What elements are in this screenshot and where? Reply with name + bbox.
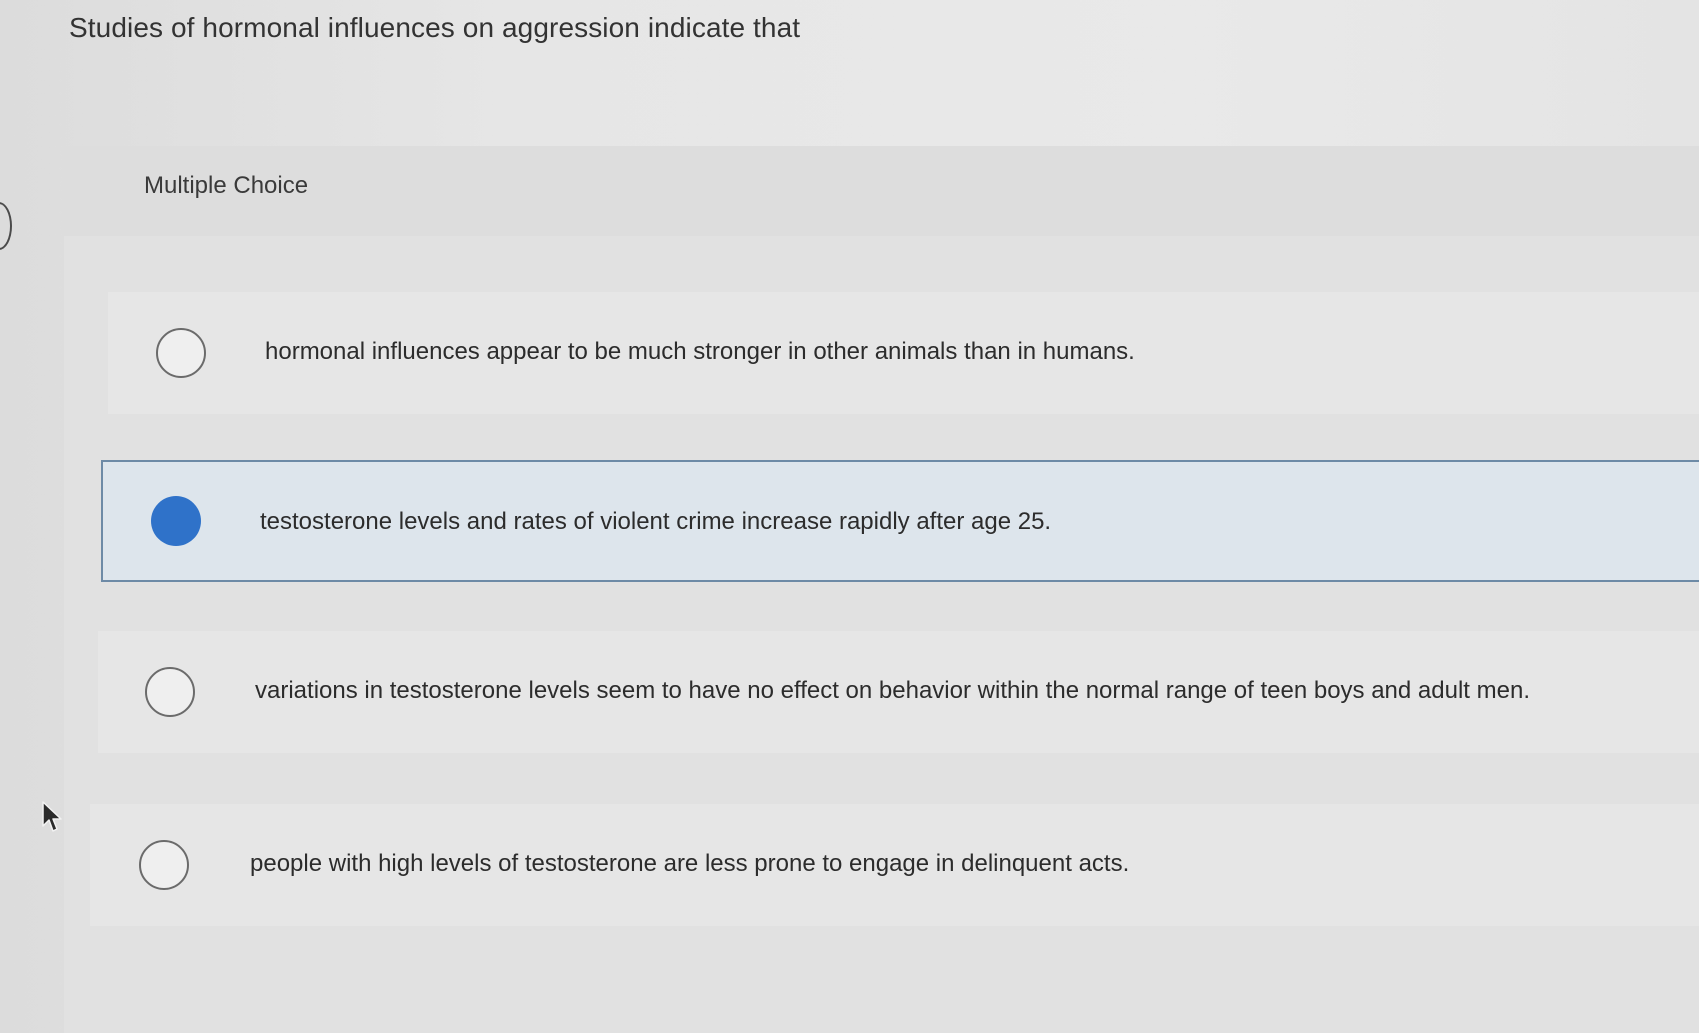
window-edge-decoration	[0, 202, 12, 250]
answer-option-3[interactable]: variations in testosterone levels seem t…	[98, 631, 1699, 753]
radio-button-selected-icon[interactable]	[151, 496, 201, 546]
answer-option-text: variations in testosterone levels seem t…	[255, 677, 1530, 704]
answer-option-text: hormonal influences appear to be much st…	[265, 338, 1135, 365]
answer-option-text: people with high levels of testosterone …	[250, 850, 1130, 877]
question-text: Studies of hormonal influences on aggres…	[69, 12, 801, 43]
panel-header: Multiple Choice	[64, 146, 1699, 236]
mouse-pointer-icon	[42, 801, 62, 832]
radio-button-icon[interactable]	[145, 667, 195, 717]
radio-button-icon[interactable]	[156, 328, 206, 378]
multiple-choice-label: Multiple Choice	[144, 172, 309, 199]
answer-option-4[interactable]: people with high levels of testosterone …	[90, 804, 1699, 926]
answer-option-2[interactable]: testosterone levels and rates of violent…	[101, 460, 1699, 582]
answer-option-text: testosterone levels and rates of violent…	[260, 508, 1052, 535]
answer-option-1[interactable]: hormonal influences appear to be much st…	[108, 292, 1699, 414]
radio-button-icon[interactable]	[139, 840, 189, 890]
